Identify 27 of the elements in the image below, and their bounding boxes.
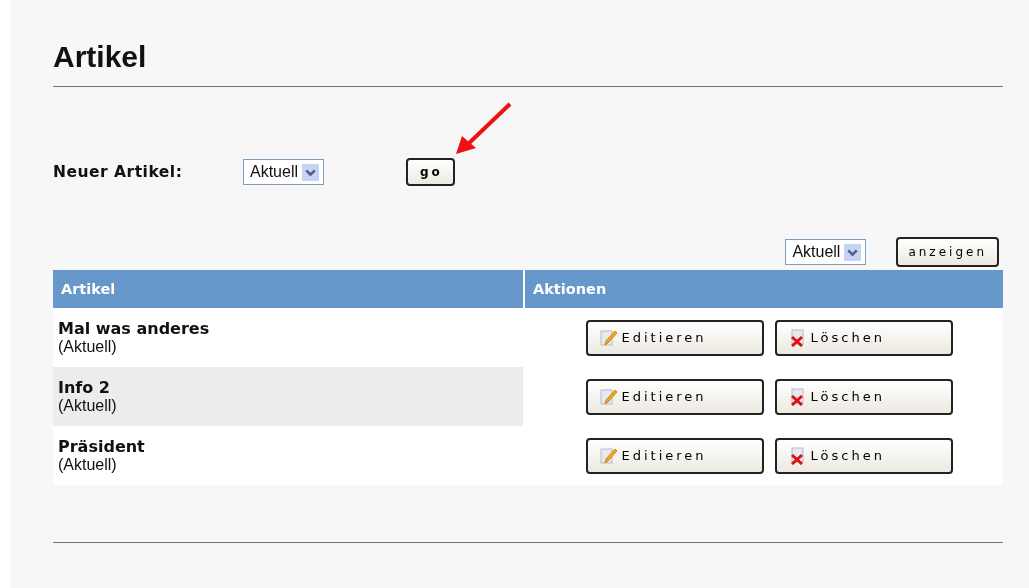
article-category: (Aktuell) xyxy=(58,338,118,356)
article-title: Präsident xyxy=(58,437,146,456)
delete-icon xyxy=(788,328,807,347)
new-article-label: Neuer Artikel: xyxy=(53,163,184,181)
pencil-icon xyxy=(599,328,618,347)
page-title: Artikel xyxy=(53,39,148,75)
article-category: (Aktuell) xyxy=(58,397,118,415)
delete-icon xyxy=(788,387,807,406)
delete-icon xyxy=(788,446,807,465)
delete-button[interactable]: Löschen xyxy=(774,319,953,356)
dropdown-icon xyxy=(844,243,862,261)
article-title: Info 2 xyxy=(58,378,111,397)
edit-button[interactable]: Editieren xyxy=(585,378,764,415)
show-button[interactable]: anzeigen xyxy=(896,237,999,267)
filter-select[interactable]: Aktuell xyxy=(785,239,867,265)
edit-button[interactable]: Editieren xyxy=(585,437,764,474)
delete-button[interactable]: Löschen xyxy=(774,378,953,415)
edit-button[interactable]: Editieren xyxy=(585,319,764,356)
column-header: Artikel xyxy=(60,280,117,299)
category-select[interactable]: Aktuell xyxy=(243,159,325,185)
article-title: Mal was anderes xyxy=(58,319,211,338)
pencil-icon xyxy=(599,387,618,406)
delete-button[interactable]: Löschen xyxy=(774,437,953,474)
go-button[interactable]: go xyxy=(406,158,455,186)
pencil-icon xyxy=(599,446,618,465)
article-category: (Aktuell) xyxy=(58,456,118,474)
dropdown-icon xyxy=(302,163,320,181)
